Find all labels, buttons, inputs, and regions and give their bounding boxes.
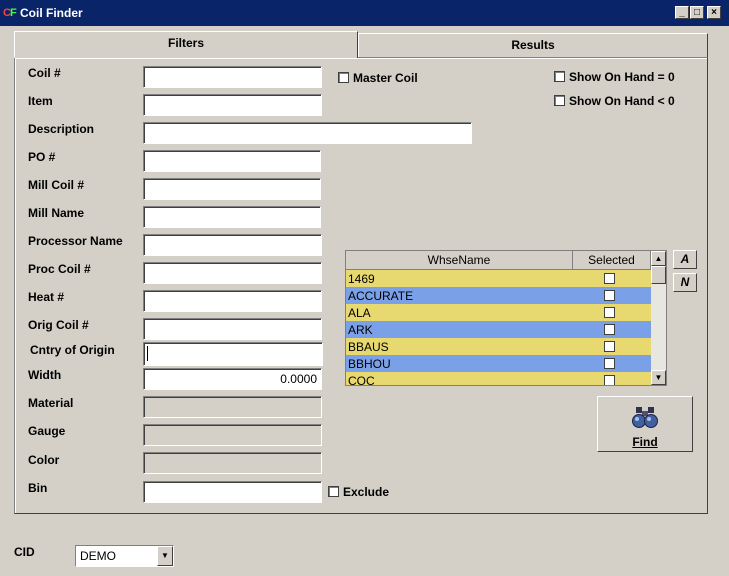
scroll-thumb[interactable] bbox=[651, 266, 666, 284]
minimize-button[interactable]: _ bbox=[675, 6, 689, 19]
find-label: Find bbox=[632, 435, 658, 449]
whse-name-cell: BBAUS bbox=[348, 340, 389, 354]
tab-results[interactable]: Results bbox=[358, 33, 708, 57]
tab-results-label: Results bbox=[511, 38, 555, 52]
po-label: PO # bbox=[28, 150, 56, 164]
processor-name-label: Processor Name bbox=[28, 234, 123, 248]
selected-checkbox[interactable] bbox=[604, 324, 615, 335]
grid-scrollbar[interactable]: ▲ ▼ bbox=[651, 251, 666, 385]
tab-filters-label: Filters bbox=[167, 36, 204, 50]
grid-row[interactable]: BBHOU bbox=[346, 355, 651, 372]
item-input[interactable] bbox=[143, 94, 322, 116]
close-button[interactable]: × bbox=[707, 6, 721, 19]
color-input bbox=[143, 452, 322, 474]
exclude-label: Exclude bbox=[343, 485, 390, 499]
maximize-icon: □ bbox=[693, 7, 701, 18]
whse-name-cell: BBHOU bbox=[348, 357, 391, 371]
chevron-down-icon[interactable]: ▼ bbox=[157, 546, 173, 566]
whse-name-cell: ARK bbox=[348, 323, 373, 337]
grid-row[interactable]: 1469 bbox=[346, 270, 651, 287]
coil-input[interactable] bbox=[143, 66, 322, 88]
grid-row[interactable]: ALA bbox=[346, 304, 651, 321]
binoculars-icon bbox=[632, 407, 658, 428]
po-input[interactable] bbox=[143, 150, 321, 172]
scroll-down-icon[interactable]: ▼ bbox=[651, 370, 666, 385]
cid-select[interactable]: DEMO ▼ bbox=[75, 545, 174, 567]
heat-label: Heat # bbox=[28, 290, 65, 304]
cid-value: DEMO bbox=[80, 549, 116, 563]
svg-text:F: F bbox=[10, 7, 17, 19]
color-label: Color bbox=[28, 453, 60, 467]
mill-coil-input[interactable] bbox=[143, 178, 321, 200]
minimize-icon: _ bbox=[679, 7, 685, 18]
whse-name-cell: 1469 bbox=[348, 272, 375, 286]
orig-coil-input[interactable] bbox=[143, 318, 322, 340]
proc-coil-label: Proc Coil # bbox=[28, 262, 91, 276]
selected-checkbox[interactable] bbox=[604, 273, 615, 284]
master-coil-checkbox[interactable] bbox=[338, 72, 349, 83]
show-on-hand-zero-label: Show On Hand = 0 bbox=[569, 70, 675, 84]
tab-filters[interactable]: Filters bbox=[14, 31, 358, 58]
gauge-input bbox=[143, 424, 322, 446]
selected-checkbox[interactable] bbox=[604, 307, 615, 318]
grid-row[interactable]: ARK bbox=[346, 321, 651, 338]
cid-label: CID bbox=[14, 545, 35, 559]
item-label: Item bbox=[28, 94, 53, 108]
grid-header-whsename[interactable]: WhseName bbox=[346, 251, 573, 270]
material-label: Material bbox=[28, 396, 74, 410]
window-title: Coil Finder bbox=[20, 6, 83, 20]
gauge-label: Gauge bbox=[28, 424, 66, 438]
heat-input[interactable] bbox=[143, 290, 322, 312]
cntry-origin-input[interactable] bbox=[143, 342, 323, 366]
material-input bbox=[143, 396, 322, 418]
sort-alpha-button[interactable]: A bbox=[673, 250, 697, 269]
maximize-button[interactable]: □ bbox=[690, 6, 704, 19]
text-cursor bbox=[147, 346, 148, 361]
mill-name-input[interactable] bbox=[143, 206, 321, 228]
whse-name-cell: COC bbox=[348, 374, 375, 386]
cntry-origin-label: Cntry of Origin bbox=[30, 343, 115, 357]
master-coil-label: Master Coil bbox=[353, 71, 418, 85]
warehouse-grid[interactable]: WhseName Selected 1469 ACCURATE ALA ARK BBAU… bbox=[345, 250, 667, 386]
grid-header-selected[interactable]: Selected bbox=[573, 251, 651, 270]
close-icon: × bbox=[711, 7, 717, 18]
find-button[interactable]: Find bbox=[597, 396, 693, 452]
description-label: Description bbox=[28, 122, 95, 136]
grid-row[interactable]: BBAUS bbox=[346, 338, 651, 355]
bin-input[interactable] bbox=[143, 481, 322, 503]
app-icon: C F bbox=[3, 5, 17, 19]
selected-checkbox[interactable] bbox=[604, 290, 615, 301]
show-on-hand-neg-checkbox[interactable] bbox=[554, 95, 565, 106]
selected-checkbox[interactable] bbox=[604, 375, 615, 385]
grid-row[interactable]: COC bbox=[346, 372, 651, 386]
mill-name-label: Mill Name bbox=[28, 206, 85, 220]
processor-name-input[interactable] bbox=[143, 234, 322, 256]
show-on-hand-zero-checkbox[interactable] bbox=[554, 71, 565, 82]
width-input[interactable]: 0.0000 bbox=[143, 368, 322, 390]
selected-checkbox[interactable] bbox=[604, 358, 615, 369]
bin-label: Bin bbox=[28, 481, 48, 495]
exclude-checkbox[interactable] bbox=[328, 486, 339, 497]
orig-coil-label: Orig Coil # bbox=[28, 318, 89, 332]
width-label: Width bbox=[28, 368, 62, 382]
grid-row[interactable]: ACCURATE bbox=[346, 287, 651, 304]
show-on-hand-neg-label: Show On Hand < 0 bbox=[569, 94, 675, 108]
title-bar bbox=[0, 0, 729, 26]
whse-name-cell: ACCURATE bbox=[348, 289, 414, 303]
mill-coil-label: Mill Coil # bbox=[28, 178, 85, 192]
proc-coil-input[interactable] bbox=[143, 262, 322, 284]
sort-none-button[interactable]: N bbox=[673, 273, 697, 292]
description-input[interactable] bbox=[143, 122, 472, 144]
selected-checkbox[interactable] bbox=[604, 341, 615, 352]
whse-name-cell: ALA bbox=[348, 306, 371, 320]
coil-label: Coil # bbox=[28, 66, 61, 80]
scroll-up-icon[interactable]: ▲ bbox=[651, 251, 666, 266]
